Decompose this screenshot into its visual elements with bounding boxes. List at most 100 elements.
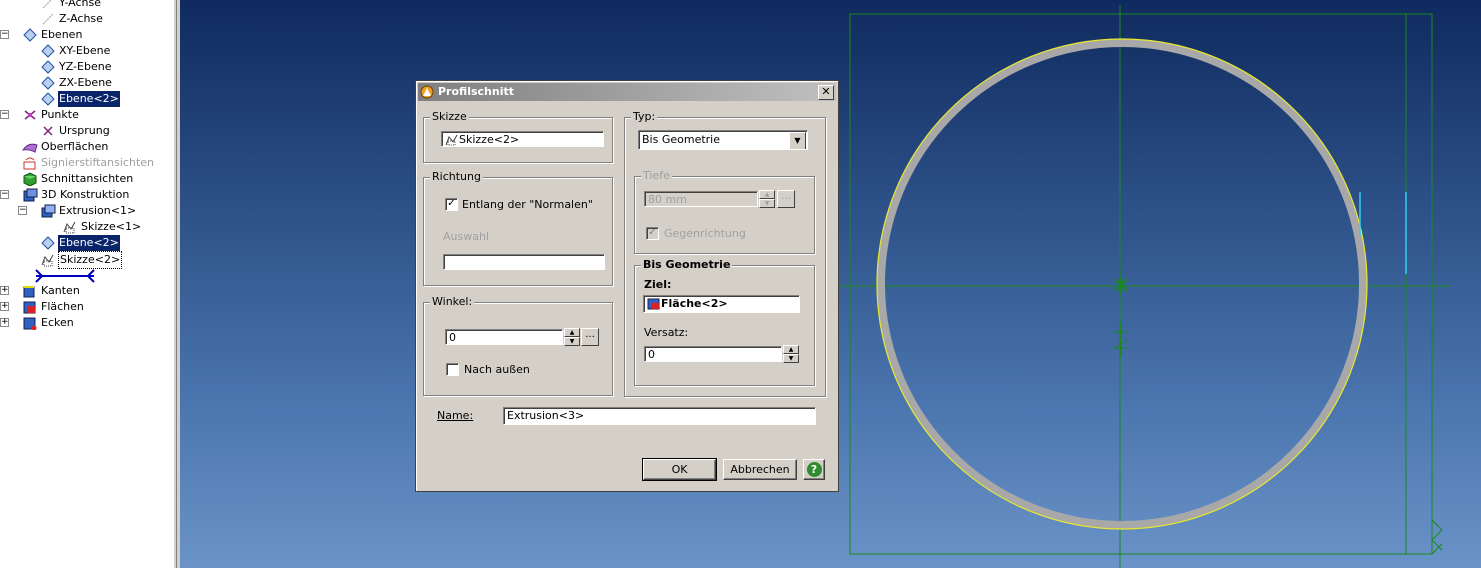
tree-item-skizze-2[interactable]: Skizze<2> bbox=[40, 251, 123, 269]
spin-up-button[interactable]: ▲ bbox=[759, 190, 775, 199]
tree-item-kanten[interactable]: + Kanten bbox=[0, 283, 81, 299]
points-icon bbox=[22, 108, 38, 122]
tree-item-label: Z-Achse bbox=[59, 12, 103, 25]
tree-item-ebene-2[interactable]: Ebene<2> bbox=[40, 91, 120, 107]
skizze-field[interactable]: Skizze<2> bbox=[441, 131, 604, 147]
axis-icon bbox=[40, 12, 56, 26]
versatz-label: Versatz: bbox=[644, 326, 689, 339]
tree-item-label: Punkte bbox=[41, 108, 79, 121]
tree-item-label: Skizze<1> bbox=[81, 220, 142, 233]
winkel-group: Winkel: bbox=[423, 295, 613, 396]
tree-item-zx-ebene[interactable]: ZX-Ebene bbox=[40, 75, 113, 91]
reverse-label: Gegenrichtung bbox=[664, 227, 746, 240]
markup-icon bbox=[22, 156, 38, 170]
sketch-icon bbox=[62, 220, 78, 234]
extrusion-icon bbox=[40, 204, 56, 218]
app-logo-icon bbox=[420, 85, 434, 99]
collapse-toggle[interactable]: − bbox=[0, 190, 9, 199]
normal-checkbox[interactable]: ✓ bbox=[445, 198, 458, 211]
constraint-symbol-icon bbox=[1113, 323, 1129, 356]
profilschnitt-dialog[interactable]: Profilschnitt ✕ Skizze Skizze<2> Richtun… bbox=[415, 80, 839, 492]
collapse-toggle[interactable]: − bbox=[0, 110, 9, 119]
tree-item-label: Extrusion<1> bbox=[59, 204, 137, 217]
tree-item-label: Flächen bbox=[41, 300, 84, 313]
skizze-group-title: Skizze bbox=[430, 110, 469, 123]
tree-item-y-achse[interactable]: Y-Achse bbox=[40, 0, 102, 11]
tree-item-label: Schnittansichten bbox=[41, 172, 134, 185]
origin-icon bbox=[40, 124, 56, 138]
dialog-titlebar[interactable]: Profilschnitt ✕ bbox=[418, 83, 836, 101]
tree-item-flaechen[interactable]: + Flächen bbox=[0, 299, 85, 315]
tree-item-ebenen[interactable]: − Ebenen bbox=[0, 27, 83, 43]
plane-icon bbox=[40, 76, 56, 90]
winkel-browse-button[interactable]: ... bbox=[581, 328, 599, 346]
tree-item-extrusion-1[interactable]: − Extrusion<1> bbox=[18, 203, 137, 219]
spin-down-button[interactable]: ▼ bbox=[564, 337, 580, 346]
ziel-value: Fläche<2> bbox=[661, 297, 728, 310]
spin-up-button[interactable]: ▲ bbox=[783, 345, 799, 354]
tree-item-schnittansichten[interactable]: Schnittansichten bbox=[22, 171, 134, 187]
tree-item-label: Ebenen bbox=[41, 28, 83, 41]
end-of-part-marker-icon bbox=[34, 268, 96, 284]
tree-item-label: Ecken bbox=[41, 316, 74, 329]
spin-down-button[interactable]: ▼ bbox=[759, 199, 775, 208]
close-button[interactable]: ✕ bbox=[818, 85, 834, 100]
tree-item-label: ZX-Ebene bbox=[59, 76, 112, 89]
ok-button[interactable]: OK bbox=[642, 458, 717, 481]
tree-item-3d-konstruktion[interactable]: − 3D Konstruktion bbox=[0, 187, 130, 203]
tree-item-punkte[interactable]: − Punkte bbox=[0, 107, 80, 123]
tiefe-group-title: Tiefe bbox=[641, 169, 672, 182]
corner-marker-icon bbox=[1431, 519, 1443, 555]
winkel-group-title: Winkel: bbox=[430, 295, 475, 308]
versatz-input[interactable]: 0 bbox=[644, 346, 782, 362]
surfaces-icon bbox=[21, 140, 38, 154]
winkel-input[interactable]: 0 bbox=[445, 329, 563, 345]
tree-item-label: Ursprung bbox=[59, 124, 110, 137]
chevron-down-icon[interactable]: ▼ bbox=[789, 132, 806, 149]
tree-item-label: 3D Konstruktion bbox=[41, 188, 130, 201]
tree-item-ursprung[interactable]: Ursprung bbox=[40, 123, 111, 139]
ziel-field[interactable]: Fläche<2> bbox=[643, 295, 800, 313]
expand-toggle[interactable]: + bbox=[0, 286, 9, 295]
tiefe-input[interactable]: 80 mm bbox=[644, 191, 758, 207]
richtung-group-title: Richtung bbox=[430, 170, 483, 183]
winkel-spinner[interactable]: ▲ ▼ bbox=[564, 328, 580, 346]
plane-icon bbox=[40, 60, 56, 74]
tree-item-label: Ebene<2> bbox=[58, 235, 120, 251]
ziel-label: Ziel: bbox=[644, 278, 672, 291]
tree-item-ecken[interactable]: + Ecken bbox=[0, 315, 75, 331]
tree-item-skizze-1[interactable]: Skizze<1> bbox=[62, 219, 142, 235]
reverse-checkbox[interactable]: ✓ bbox=[646, 227, 659, 240]
plane-icon bbox=[40, 44, 56, 58]
auswahl-field[interactable] bbox=[443, 254, 605, 270]
tree-item-signierstiftansichten[interactable]: Signierstiftansichten bbox=[22, 155, 155, 171]
tiefe-browse-button[interactable]: ... bbox=[777, 190, 795, 208]
help-button[interactable]: ? bbox=[803, 459, 825, 480]
tree-item-yz-ebene[interactable]: YZ-Ebene bbox=[40, 59, 112, 75]
name-input[interactable]: Extrusion<3> bbox=[503, 407, 816, 425]
spin-down-button[interactable]: ▼ bbox=[783, 354, 799, 363]
section-icon bbox=[22, 172, 38, 187]
collapse-toggle[interactable]: − bbox=[18, 206, 27, 215]
tree-item-z-achse[interactable]: Z-Achse bbox=[40, 11, 104, 27]
dialog-title: Profilschnitt bbox=[438, 85, 514, 98]
typ-select[interactable]: Bis Geometrie ▼ bbox=[638, 130, 808, 150]
collapse-toggle[interactable]: − bbox=[0, 30, 9, 39]
tree-item-xy-ebene[interactable]: XY-Ebene bbox=[40, 43, 111, 59]
cancel-button[interactable]: Abbrechen bbox=[723, 459, 797, 480]
spin-up-button[interactable]: ▲ bbox=[564, 328, 580, 337]
typ-value: Bis Geometrie bbox=[642, 133, 720, 146]
versatz-spinner[interactable]: ▲ ▼ bbox=[783, 345, 799, 363]
tree-item-ebene-2-child[interactable]: Ebene<2> bbox=[40, 235, 120, 251]
normal-label: Entlang der "Normalen" bbox=[462, 198, 593, 211]
face-icon bbox=[647, 298, 661, 310]
tree-item-label: Signierstiftansichten bbox=[41, 156, 155, 169]
tiefe-spinner[interactable]: ▲ ▼ bbox=[759, 190, 775, 208]
tree-item-oberflaechen[interactable]: Oberflächen bbox=[21, 139, 109, 155]
expand-toggle[interactable]: + bbox=[0, 318, 9, 327]
model-tree[interactable]: Y-Achse Z-Achse − Ebenen XY-Ebene YZ-Ebe… bbox=[0, 0, 174, 568]
expand-toggle[interactable]: + bbox=[0, 302, 9, 311]
outward-checkbox[interactable] bbox=[446, 363, 459, 376]
bis-geometrie-group-title: Bis Geometrie bbox=[641, 258, 733, 271]
edges-icon bbox=[22, 284, 38, 298]
